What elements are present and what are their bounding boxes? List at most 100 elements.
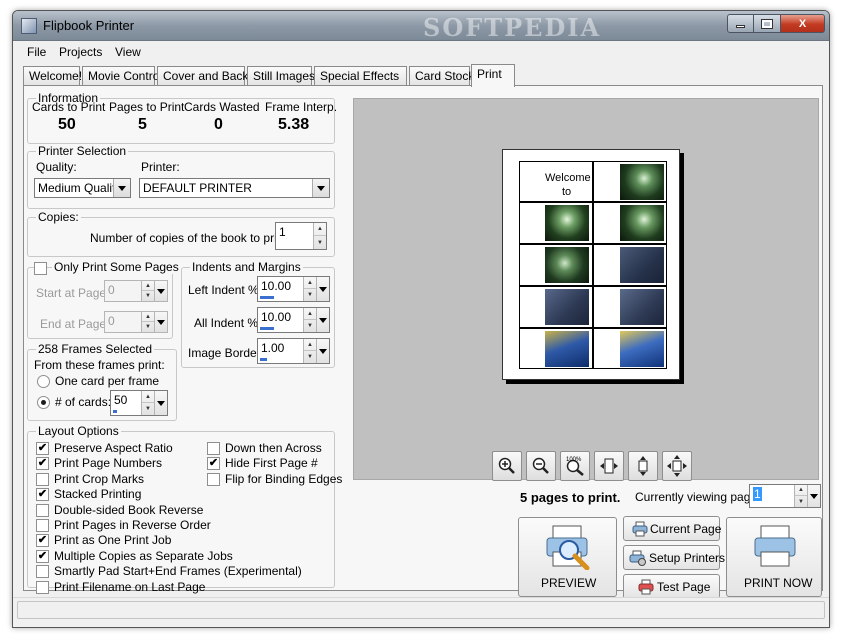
layout-option-checkbox[interactable]: ✔ (36, 534, 49, 548)
end-page-value: 0 (108, 314, 115, 328)
chevron-down-icon[interactable] (316, 277, 329, 301)
preview-card (593, 202, 667, 244)
all-indent-stepper[interactable]: 10.00 ▲ ▼ (257, 307, 330, 333)
layout-option-checkbox[interactable] (36, 580, 49, 594)
spin-down-icon[interactable]: ▼ (314, 236, 326, 249)
copies-value: 1 (279, 225, 286, 239)
preview-card (519, 286, 593, 328)
copies-label: Number of copies of the book to print: (90, 231, 291, 245)
print-preview-icon (546, 525, 590, 570)
fit-height-button[interactable] (628, 451, 658, 481)
tab-movie-control[interactable]: Movie Control (82, 66, 162, 86)
menu-bar: File Projects View (13, 42, 829, 62)
layout-option-checkbox[interactable] (36, 565, 49, 579)
printer-select[interactable]: DEFAULT PRINTER (139, 178, 330, 198)
layout-option-checkbox[interactable] (207, 442, 220, 455)
only-print-some-pages-checkbox[interactable] (34, 262, 47, 275)
image-border-value: 1.00 (261, 341, 285, 355)
layout-option-label: Preserve Aspect Ratio (54, 441, 173, 455)
print-now-button-label: PRINT NOW (744, 576, 813, 590)
close-button[interactable]: X (781, 14, 825, 33)
one-card-per-frame-label: One card per frame (55, 374, 160, 388)
zoom-in-icon (498, 457, 515, 474)
number-of-cards-radio[interactable] (37, 396, 50, 409)
chevron-down-icon[interactable] (807, 485, 820, 507)
end-page-stepper[interactable]: 0 ▲ ▼ (104, 311, 168, 333)
zoom-100-text: 100% (566, 457, 582, 463)
left-indent-stepper[interactable]: 10.00 ▲ ▼ (257, 276, 330, 302)
preview-frame-image (620, 164, 664, 200)
copies-stepper[interactable]: 1 ▲ ▼ (275, 222, 327, 250)
layout-option-label: Flip for Binding Edges (225, 471, 343, 486)
fit-width-button[interactable] (594, 451, 624, 481)
number-of-cards-stepper[interactable]: 50 ▲ ▼ (110, 390, 168, 416)
start-page-stepper[interactable]: 0 ▲ ▼ (104, 280, 168, 302)
layout-option-checkbox[interactable]: ✔ (207, 457, 220, 471)
layout-option-label: Print as One Print Job (54, 533, 172, 548)
layout-options-legend: Layout Options (36, 424, 121, 438)
image-border-stepper[interactable]: 1.00 ▲ ▼ (257, 338, 330, 364)
layout-option-label: Print Crop Marks (54, 471, 145, 486)
chevron-down-icon[interactable] (316, 308, 329, 332)
chevron-down-icon[interactable] (154, 391, 167, 415)
preview-card (593, 244, 667, 286)
zoom-out-button[interactable] (526, 451, 556, 481)
title-bar[interactable]: Flipbook Printer SOFTPEDIA X (13, 11, 829, 42)
indents-legend: Indents and Margins (190, 260, 303, 274)
layout-option-checkbox[interactable]: ✔ (36, 442, 49, 455)
preview-button-label: PREVIEW (541, 576, 597, 590)
watermark: SOFTPEDIA (423, 13, 602, 42)
fit-page-button[interactable] (662, 451, 692, 481)
layout-option-label: Smartly Pad Start+End Frames (Experiment… (54, 564, 302, 579)
preview-card (593, 161, 667, 202)
chevron-down-icon[interactable] (154, 312, 167, 332)
minimize-button[interactable] (727, 14, 754, 33)
layout-option-label: Print Page Numbers (54, 456, 163, 471)
preview-frame-image (620, 205, 664, 241)
chevron-down-icon[interactable] (154, 281, 167, 301)
zoom-100-button[interactable]: 100% (560, 451, 590, 481)
number-of-cards-bar (113, 410, 117, 413)
layout-option-checkbox[interactable]: ✔ (36, 457, 49, 471)
chevron-down-icon[interactable] (316, 339, 329, 363)
print-now-button[interactable]: PRINT NOW (726, 517, 822, 597)
tab-card-stock[interactable]: Card Stock (409, 66, 474, 86)
quality-select[interactable]: Medium Quality (34, 178, 131, 198)
menu-file[interactable]: File (27, 45, 46, 59)
layout-option-checkbox[interactable] (36, 472, 49, 486)
zoom-in-button[interactable] (492, 451, 522, 481)
tab-still-images[interactable]: Still Images (247, 66, 315, 86)
one-card-per-frame-radio[interactable] (37, 375, 50, 388)
all-indent-bar (260, 327, 274, 330)
preview-card (593, 286, 667, 328)
menu-view[interactable]: View (115, 45, 141, 59)
test-page-button[interactable]: Test Page (623, 574, 720, 599)
window-title: Flipbook Printer (43, 18, 135, 33)
frame-interp-value: 5.38 (278, 116, 310, 133)
tab-cover-and-back[interactable]: Cover and Back (157, 66, 248, 86)
layout-option-checkbox[interactable] (207, 472, 220, 486)
cards-wasted-label: Cards Wasted (184, 100, 260, 114)
tab-welcome[interactable]: Welcome! (23, 66, 82, 86)
maximize-button[interactable] (754, 14, 781, 33)
preview-frame-image (620, 247, 664, 283)
cards-to-print-label: Cards to Print (32, 100, 106, 114)
current-page-stepper[interactable]: 1 ▲ ▼ (749, 484, 821, 508)
menu-projects[interactable]: Projects (59, 45, 102, 59)
print-tab-panel: Information Cards to Print 50 Pages to P… (23, 85, 823, 599)
setup-printers-button[interactable]: Setup Printers (623, 545, 725, 570)
layout-option-checkbox[interactable] (36, 503, 49, 517)
layout-option-checkbox[interactable]: ✔ (36, 488, 49, 502)
tab-special-effects[interactable]: Special Effects (314, 66, 407, 86)
layout-option-checkbox[interactable] (36, 519, 49, 532)
preview-card (519, 328, 593, 369)
preview-button[interactable]: PREVIEW (518, 517, 617, 597)
tab-print[interactable]: Print (471, 64, 515, 87)
layout-option-checkbox[interactable]: ✔ (36, 549, 49, 563)
preview-frame-image (620, 331, 664, 367)
current-page-button[interactable]: Current Page (623, 516, 721, 541)
chevron-down-icon (312, 179, 329, 197)
current-page-value: 1 (753, 487, 762, 501)
spin-up-icon[interactable]: ▲ (314, 223, 326, 236)
start-page-label: Start at Page: (36, 286, 110, 300)
